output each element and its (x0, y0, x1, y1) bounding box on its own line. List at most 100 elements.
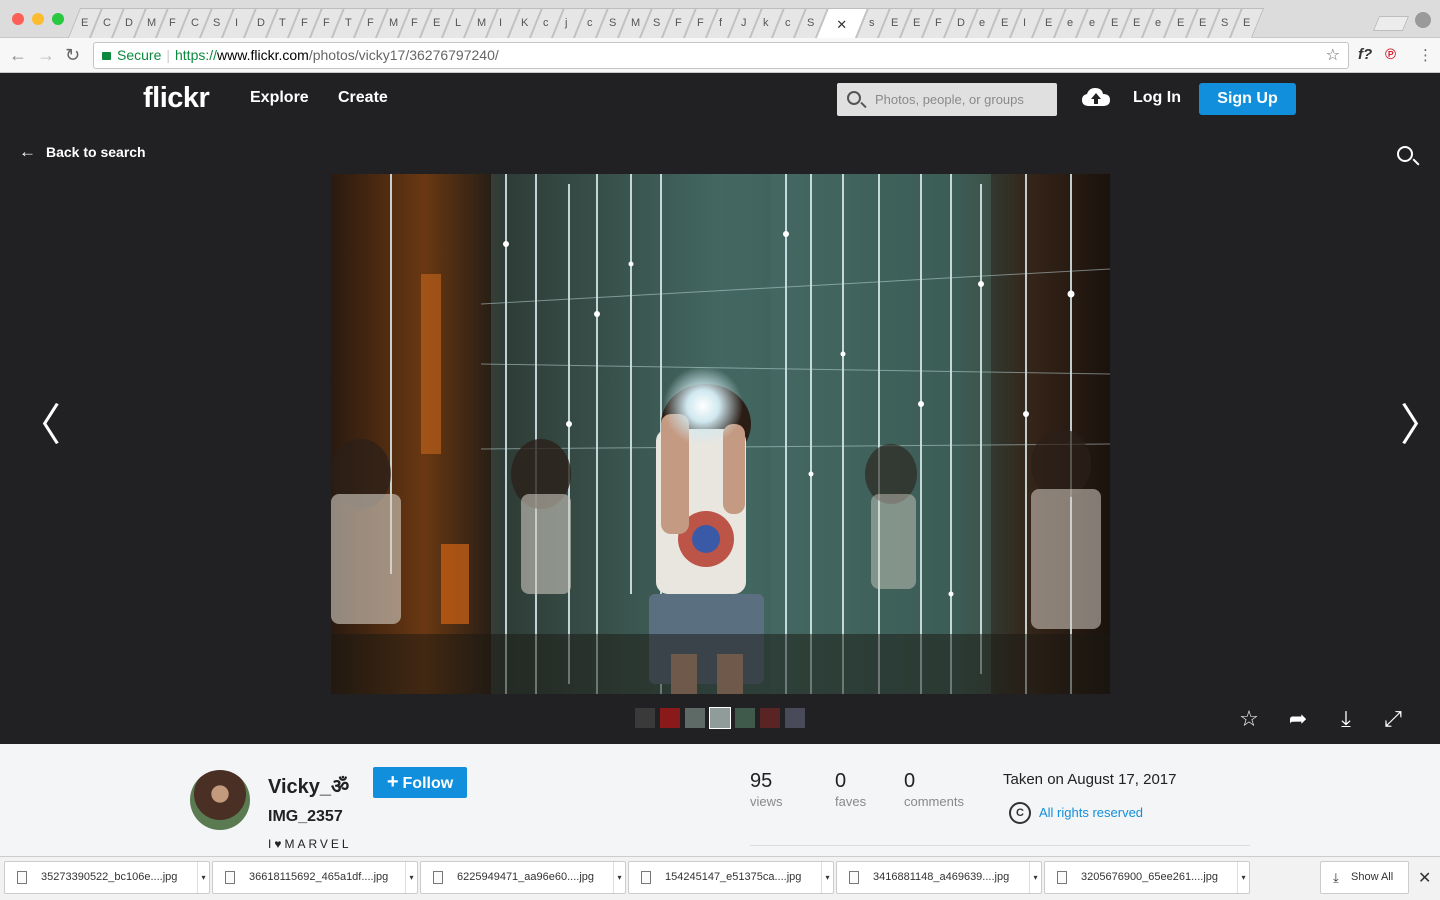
fullscreen-icon[interactable]: ⤢ (1380, 706, 1406, 732)
download-icon[interactable]: ⤓ (1333, 706, 1359, 732)
reload-icon[interactable]: ↻ (65, 46, 80, 64)
download-menu-caret-icon[interactable]: ▾ (1237, 862, 1249, 893)
views-label: views (750, 794, 783, 809)
tab-favicon: D (125, 17, 133, 29)
close-icon[interactable]: ✕ (1418, 868, 1431, 888)
thumbnail[interactable] (760, 708, 780, 728)
show-all-label: Show All (1351, 871, 1394, 883)
download-filename: 154245147_e51375ca....jpg (665, 871, 802, 883)
signup-button[interactable]: Sign Up (1199, 83, 1296, 115)
tab-favicon: F (169, 17, 176, 29)
tab-favicon: c (785, 17, 791, 29)
next-photo-arrow-icon[interactable]: 〉 (1400, 389, 1440, 453)
thumbnail[interactable] (685, 708, 705, 728)
taken-date[interactable]: Taken on August 17, 2017 (1003, 771, 1176, 788)
tab-favicon: s (869, 17, 875, 29)
tab-favicon: F (367, 17, 374, 29)
tab-favicon: S (1221, 17, 1229, 29)
tab-favicon: c (587, 17, 593, 29)
tab-favicon: E (1199, 17, 1207, 29)
thumbnail[interactable] (785, 708, 805, 728)
download-filename: 6225949471_aa96e60....jpg (457, 871, 595, 883)
thumbnail[interactable] (735, 708, 755, 728)
download-item[interactable]: 6225949471_aa96e60....jpg ▾ (420, 861, 626, 894)
download-item[interactable]: 35273390522_bc106e....jpg ▾ (4, 861, 210, 894)
back-to-search-link[interactable]: ← Back to search (19, 142, 146, 162)
download-item[interactable]: 36618115692_465a1df....jpg ▾ (212, 861, 418, 894)
show-all-downloads-button[interactable]: ⤓ Show All (1320, 861, 1409, 894)
tab-favicon: D (957, 17, 965, 29)
divider (750, 845, 1250, 846)
tab-favicon: k (763, 17, 769, 29)
tab-strip: E C D M F C S I D T F F T F M F E L M I Kc j c S M S F Ff Jk c S ✕ s E E F D… (67, 8, 1265, 38)
search-icon[interactable] (1397, 146, 1413, 162)
search-placeholder: Photos, people, or groups (875, 92, 1024, 107)
file-icon (17, 871, 27, 884)
tab-favicon: I (235, 17, 239, 29)
tab-favicon: e (1089, 17, 1096, 29)
back-arrow-icon[interactable]: ← (9, 46, 27, 64)
maximize-window-button[interactable] (52, 13, 64, 25)
tab-favicon: L (455, 17, 462, 29)
photo-title: IMG_2357 (268, 808, 343, 825)
file-icon (433, 871, 443, 884)
main-photo[interactable] (331, 174, 1110, 694)
new-tab-button[interactable] (1372, 16, 1410, 31)
download-item[interactable]: 3416881148_a469639....jpg ▾ (836, 861, 1042, 894)
file-icon (225, 871, 235, 884)
photostream-thumbnails (635, 707, 805, 729)
comments-label: comments (904, 794, 964, 809)
nav-create[interactable]: Create (338, 89, 388, 107)
thumbnail[interactable] (709, 707, 731, 729)
download-menu-caret-icon[interactable]: ▾ (197, 862, 209, 893)
profile-icon[interactable] (1415, 12, 1431, 28)
faves-count: 0 (835, 770, 847, 792)
tab-favicon: e (979, 17, 986, 29)
tab-favicon: E (1001, 17, 1009, 29)
thumbnail[interactable] (660, 708, 680, 728)
download-menu-caret-icon[interactable]: ▾ (613, 862, 625, 893)
follow-button[interactable]: + Follow (373, 767, 467, 798)
menu-dots-icon[interactable]: ⋮ (1418, 46, 1433, 64)
thumbnail[interactable] (635, 708, 655, 728)
download-menu-caret-icon[interactable]: ▾ (1029, 862, 1041, 893)
forward-arrow-icon[interactable]: → (37, 46, 55, 64)
comments-count: 0 (904, 770, 916, 792)
nav-explore[interactable]: Explore (250, 89, 309, 107)
upload-cloud-icon[interactable] (1081, 86, 1111, 108)
avatar[interactable] (190, 770, 250, 830)
close-window-button[interactable] (12, 13, 24, 25)
tab-favicon: I (1023, 17, 1027, 29)
tab-favicon: J (741, 17, 747, 29)
site-header: flickr Explore Create Photos, people, or… (0, 73, 1440, 124)
username-link[interactable]: Vicky_ॐ (268, 772, 349, 799)
minimize-window-button[interactable] (32, 13, 44, 25)
address-bar[interactable]: Secure | https://www.flickr.com/photos/vic… (93, 42, 1349, 69)
photo-info-panel: Vicky_ॐ + Follow IMG_2357 I♥MARVEL 95 vie… (0, 744, 1440, 856)
flickr-logo[interactable]: flickr (143, 82, 210, 115)
tab-favicon: C (103, 17, 111, 29)
search-input[interactable]: Photos, people, or groups (837, 83, 1057, 116)
follow-label: Follow (402, 775, 454, 792)
license-link[interactable]: All rights reserved (1039, 805, 1143, 820)
download-menu-caret-icon[interactable]: ▾ (821, 862, 833, 893)
login-link[interactable]: Log In (1133, 89, 1181, 107)
download-menu-caret-icon[interactable]: ▾ (405, 862, 417, 893)
download-item[interactable]: 154245147_e51375ca....jpg ▾ (628, 861, 834, 894)
extension-icon[interactable]: f? (1358, 46, 1372, 63)
bookmark-star-icon[interactable]: ☆ (1326, 43, 1340, 68)
download-filename: 3205676900_65ee261....jpg (1081, 871, 1219, 883)
close-tab-icon[interactable]: ✕ (836, 17, 847, 33)
search-icon (847, 91, 861, 105)
share-icon[interactable]: ➦ (1285, 706, 1311, 732)
pinterest-icon[interactable]: ℗ (1385, 46, 1396, 63)
download-item[interactable]: 3205676900_65ee261....jpg ▾ (1044, 861, 1250, 894)
tab-favicon: E (1111, 17, 1119, 29)
previous-photo-arrow-icon[interactable]: 〈 (17, 389, 61, 453)
tab-favicon: e (1067, 17, 1074, 29)
tab-favicon: E (1243, 17, 1251, 29)
tab-favicon: M (631, 17, 641, 29)
faves-label: faves (835, 794, 867, 809)
favorite-icon[interactable]: ☆ (1236, 706, 1262, 732)
file-icon (1057, 871, 1067, 884)
